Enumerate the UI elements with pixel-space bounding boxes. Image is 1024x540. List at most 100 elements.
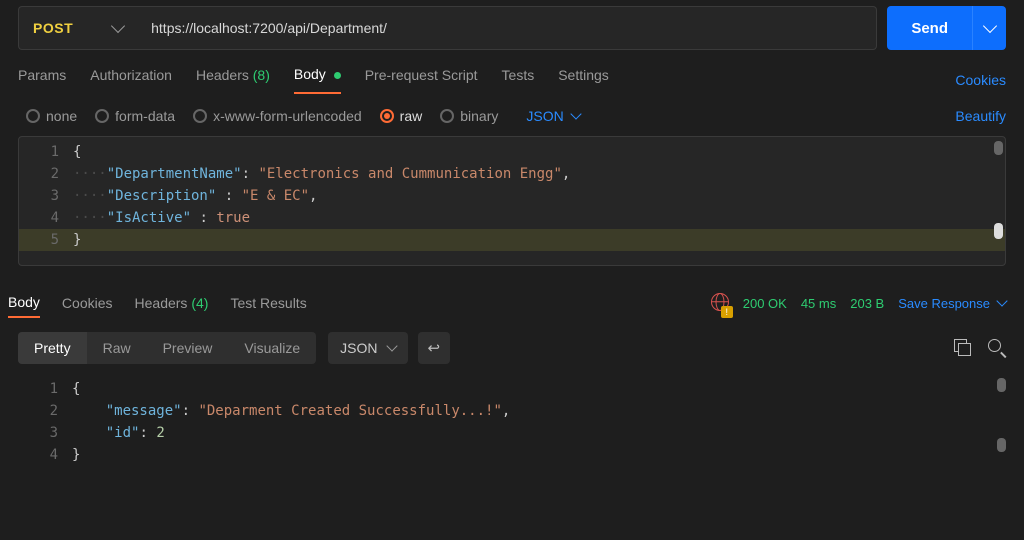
scrollbar-thumb[interactable] bbox=[997, 378, 1006, 392]
save-response-dropdown[interactable]: Save Response bbox=[898, 296, 1006, 311]
scrollbar-thumb[interactable] bbox=[997, 438, 1006, 452]
response-toolbar-right bbox=[954, 339, 1006, 357]
line-number: 1 bbox=[18, 381, 72, 397]
request-tabs: Params Authorization Headers (8) Body Pr… bbox=[0, 50, 1024, 94]
tab-tests[interactable]: Tests bbox=[502, 67, 535, 93]
tab-params[interactable]: Params bbox=[18, 67, 66, 93]
code-content: } bbox=[73, 232, 1005, 248]
radio-icon bbox=[193, 109, 207, 123]
line-number: 3 bbox=[18, 425, 72, 441]
opt-xwww[interactable]: x-www-form-urlencoded bbox=[193, 108, 362, 124]
tab-headers-label: Headers bbox=[196, 67, 249, 83]
radio-icon bbox=[380, 109, 394, 123]
search-icon[interactable] bbox=[988, 339, 1006, 357]
code-content: ····"IsActive" : true bbox=[73, 210, 1005, 226]
opt-raw[interactable]: raw bbox=[380, 108, 423, 124]
headers-count: (8) bbox=[253, 67, 270, 83]
opt-binary[interactable]: binary bbox=[440, 108, 498, 124]
code-content: { bbox=[73, 144, 1005, 160]
chevron-down-icon bbox=[996, 295, 1007, 306]
view-preview[interactable]: Preview bbox=[147, 332, 229, 364]
code-line: 1{ bbox=[18, 378, 1006, 400]
code-line: 5} bbox=[19, 229, 1005, 251]
url-input[interactable]: https://localhost:7200/api/Department/ bbox=[137, 6, 877, 50]
wrap-icon: ↩ bbox=[428, 339, 441, 357]
body-format-dropdown[interactable]: JSON bbox=[526, 108, 579, 124]
tab-body-label: Body bbox=[294, 66, 326, 82]
body-type-row: none form-data x-www-form-urlencoded raw… bbox=[0, 94, 1024, 136]
opt-none[interactable]: none bbox=[26, 108, 77, 124]
response-section: Body Cookies Headers (4) Test Results ! … bbox=[0, 288, 1024, 484]
line-number: 2 bbox=[18, 403, 72, 419]
send-dropdown[interactable] bbox=[972, 6, 1006, 50]
resp-headers-label: Headers bbox=[135, 295, 188, 311]
code-line: 3 "id": 2 bbox=[18, 422, 1006, 444]
warning-badge-icon: ! bbox=[721, 306, 733, 318]
chevron-down-icon bbox=[570, 108, 581, 119]
status-size: 203 B bbox=[850, 296, 884, 311]
code-line: 1{ bbox=[19, 141, 1005, 163]
status-group: ! 200 OK 45 ms 203 B Save Response bbox=[711, 293, 1006, 314]
view-pretty[interactable]: Pretty bbox=[18, 332, 87, 364]
method-dropdown[interactable]: POST bbox=[18, 6, 137, 50]
code-content: ····"DepartmentName": "Electronics and C… bbox=[73, 166, 1005, 182]
line-number: 3 bbox=[19, 188, 73, 204]
body-format-label: JSON bbox=[526, 108, 563, 124]
code-content: ····"Description" : "E & EC", bbox=[73, 188, 1005, 204]
line-number: 5 bbox=[19, 232, 73, 248]
wrap-lines-button[interactable]: ↩ bbox=[418, 332, 451, 364]
line-number: 4 bbox=[18, 447, 72, 463]
radio-icon bbox=[95, 109, 109, 123]
request-body-editor[interactable]: 1{2····"DepartmentName": "Electronics an… bbox=[18, 136, 1006, 266]
radio-icon bbox=[26, 109, 40, 123]
code-line: 2····"DepartmentName": "Electronics and … bbox=[19, 163, 1005, 185]
chevron-down-icon bbox=[386, 340, 397, 351]
response-view-row: Pretty Raw Preview Visualize JSON ↩ bbox=[0, 318, 1024, 374]
view-raw[interactable]: Raw bbox=[87, 332, 147, 364]
code-line: 3····"Description" : "E & EC", bbox=[19, 185, 1005, 207]
resp-tab-cookies[interactable]: Cookies bbox=[62, 289, 113, 317]
code-line: 4} bbox=[18, 444, 1006, 466]
beautify-link[interactable]: Beautify bbox=[955, 108, 1006, 124]
request-bar: POST https://localhost:7200/api/Departme… bbox=[0, 0, 1024, 50]
code-content: { bbox=[72, 381, 1006, 397]
body-modified-dot-icon bbox=[334, 72, 341, 79]
cookies-link[interactable]: Cookies bbox=[955, 72, 1006, 88]
code-content: "message": "Deparment Created Successful… bbox=[72, 403, 1006, 419]
status-time: 45 ms bbox=[801, 296, 836, 311]
tab-headers[interactable]: Headers (8) bbox=[196, 67, 270, 93]
send-button[interactable]: Send bbox=[887, 6, 972, 50]
copy-icon[interactable] bbox=[954, 339, 972, 357]
resp-headers-count: (4) bbox=[191, 295, 208, 311]
view-segment: Pretty Raw Preview Visualize bbox=[18, 332, 316, 364]
response-format-label: JSON bbox=[340, 340, 377, 356]
response-format-dropdown[interactable]: JSON bbox=[328, 332, 407, 364]
tab-prerequest[interactable]: Pre-request Script bbox=[365, 67, 478, 93]
code-line: 2 "message": "Deparment Created Successf… bbox=[18, 400, 1006, 422]
tab-body[interactable]: Body bbox=[294, 66, 341, 94]
opt-formdata[interactable]: form-data bbox=[95, 108, 175, 124]
network-icon[interactable]: ! bbox=[711, 293, 729, 314]
status-code: 200 OK bbox=[743, 296, 787, 311]
view-visualize[interactable]: Visualize bbox=[228, 332, 316, 364]
method-label: POST bbox=[33, 20, 73, 36]
code-content: } bbox=[72, 447, 1006, 463]
resp-tab-headers[interactable]: Headers (4) bbox=[135, 289, 209, 317]
line-number: 4 bbox=[19, 210, 73, 226]
line-number: 2 bbox=[19, 166, 73, 182]
scrollbar-thumb[interactable] bbox=[994, 141, 1003, 155]
tab-settings[interactable]: Settings bbox=[558, 67, 609, 93]
scrollbar-thumb[interactable] bbox=[994, 223, 1003, 239]
response-body-viewer[interactable]: 1{2 "message": "Deparment Created Succes… bbox=[0, 374, 1024, 484]
code-content: "id": 2 bbox=[72, 425, 1006, 441]
resp-tab-body[interactable]: Body bbox=[8, 288, 40, 318]
tab-authorization[interactable]: Authorization bbox=[90, 67, 172, 93]
resp-tab-testresults[interactable]: Test Results bbox=[230, 289, 306, 317]
response-tabs: Body Cookies Headers (4) Test Results ! … bbox=[0, 288, 1024, 318]
line-number: 1 bbox=[19, 144, 73, 160]
chevron-down-icon bbox=[111, 19, 125, 33]
url-value: https://localhost:7200/api/Department/ bbox=[151, 20, 387, 36]
radio-icon bbox=[440, 109, 454, 123]
code-line: 4····"IsActive" : true bbox=[19, 207, 1005, 229]
chevron-down-icon bbox=[982, 19, 996, 33]
